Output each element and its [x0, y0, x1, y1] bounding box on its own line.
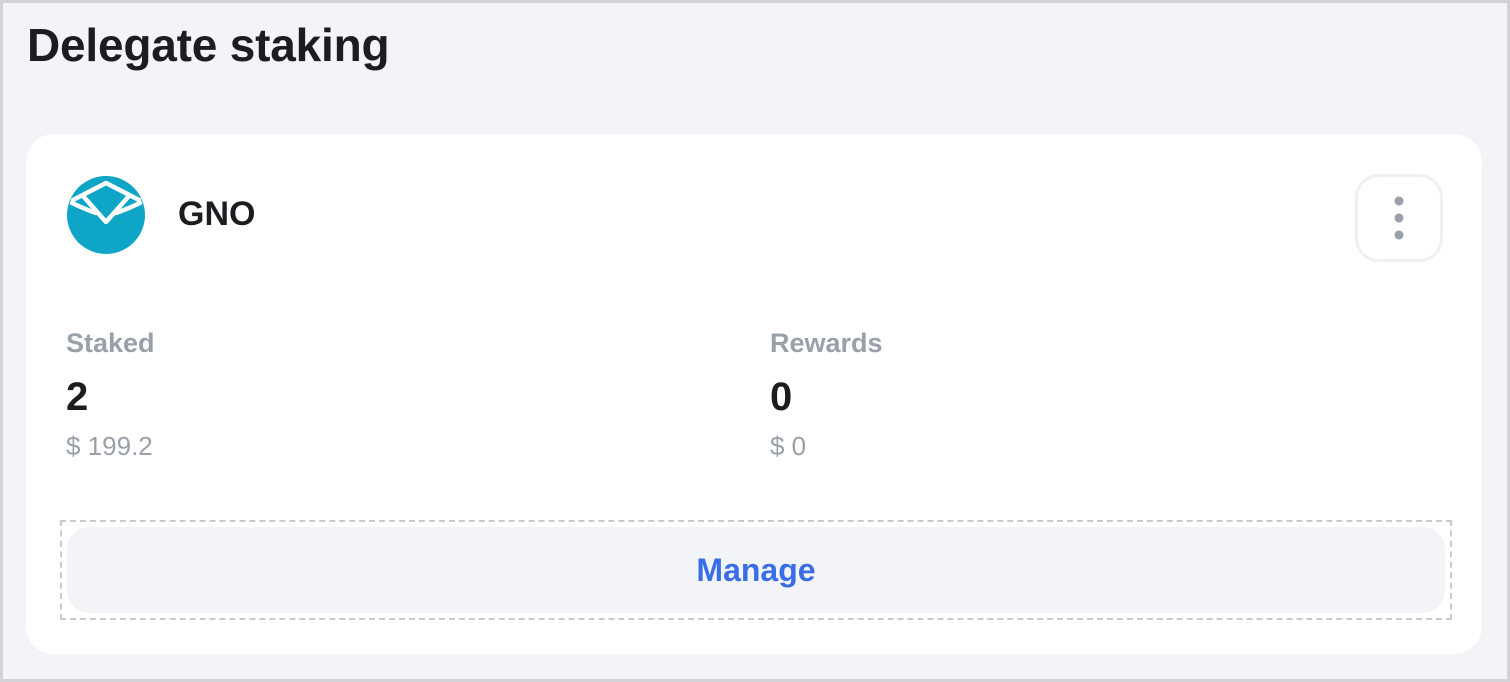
manage-button[interactable]: Manage — [67, 527, 1445, 613]
staked-label: Staked — [66, 328, 155, 358]
staked-fiat-value: $ 199.2 — [66, 431, 153, 461]
more-options-button[interactable] — [1355, 174, 1443, 262]
rewards-value: 0 — [770, 375, 793, 419]
page: Delegate staking GNO Staked 2 $ 199.2 Re… — [3, 3, 1507, 679]
rewards-fiat-value: $ 0 — [770, 431, 807, 461]
staking-card: GNO Staked 2 $ 199.2 Rewards 0 $ 0 Manag… — [26, 134, 1482, 654]
rewards-stat: Rewards 0 $ 0 — [770, 326, 883, 462]
token-name: GNO — [178, 195, 256, 233]
rewards-label: Rewards — [770, 328, 883, 358]
manage-button-focus-outline: Manage — [60, 520, 1452, 620]
more-vertical-icon — [1394, 196, 1404, 240]
gnosis-owl-icon — [67, 176, 145, 254]
page-title: Delegate staking — [27, 19, 390, 71]
staked-value: 2 — [66, 375, 89, 419]
staked-stat: Staked 2 $ 199.2 — [66, 326, 155, 462]
